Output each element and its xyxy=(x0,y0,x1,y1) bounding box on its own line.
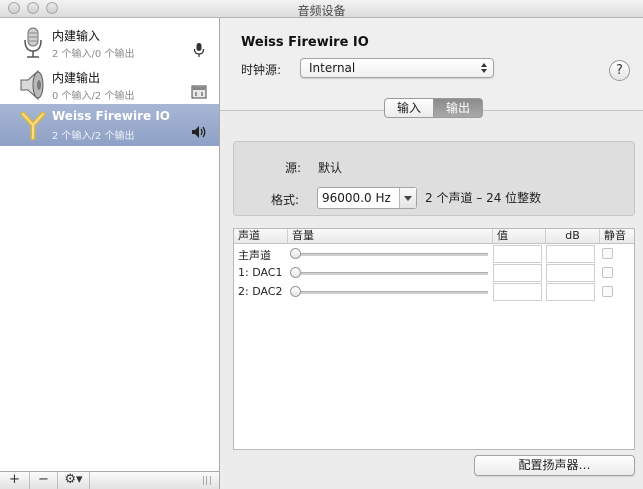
resize-handle-icon[interactable] xyxy=(203,476,211,485)
microphone-icon xyxy=(193,43,205,57)
mute-checkbox[interactable] xyxy=(602,267,613,278)
device-item-weiss-firewire[interactable]: Weiss Firewire IO 2 个输入/2 个输出 xyxy=(0,104,219,146)
tab-output[interactable]: 输出 xyxy=(433,98,483,118)
sample-rate-value: 96000.0 Hz xyxy=(322,191,391,205)
device-title: Weiss Firewire IO xyxy=(241,35,369,50)
device-item-builtin-input[interactable]: 内建输入 2 个输入/0 个输出 xyxy=(0,22,219,64)
mute-checkbox[interactable] xyxy=(602,286,613,297)
table-row: 主声道 xyxy=(234,245,634,264)
format-panel: 源: 默认 格式: 96000.0 Hz 2 个声道 – 24 位整数 xyxy=(233,141,635,216)
value-field[interactable] xyxy=(493,283,542,301)
channel-name: 1: DAC1 xyxy=(238,266,283,279)
chevron-down-icon xyxy=(399,188,416,208)
device-channels: 2 个输入/0 个输出 xyxy=(52,49,135,60)
table-header: 声道 音量 值 dB 静音 xyxy=(234,229,634,244)
finder-icon xyxy=(191,85,207,99)
column-header-db[interactable]: dB xyxy=(545,229,599,243)
device-channels: 0 个输入/2 个输出 xyxy=(52,91,135,102)
volume-slider-knob[interactable] xyxy=(290,248,301,259)
volume-slider-track[interactable] xyxy=(294,291,488,294)
volume-slider-track[interactable] xyxy=(294,253,488,256)
table-row: 2: DAC2 xyxy=(234,283,634,302)
channel-name: 2: DAC2 xyxy=(238,285,283,298)
db-field[interactable] xyxy=(546,264,595,282)
device-channels: 2 个输入/2 个输出 xyxy=(52,131,135,142)
title-bar: 音频设备 xyxy=(0,0,643,18)
clock-source-value: Internal xyxy=(309,61,356,75)
value-field[interactable] xyxy=(493,264,542,282)
format-description: 2 个声道 – 24 位整数 xyxy=(425,191,542,205)
volume-slider-knob[interactable] xyxy=(290,286,301,297)
sample-rate-select[interactable]: 96000.0 Hz xyxy=(317,187,417,209)
volume-slider-track[interactable] xyxy=(294,272,488,275)
device-item-builtin-output[interactable]: 内建输出 0 个输入/2 个输出 xyxy=(0,64,219,106)
help-button[interactable]: ? xyxy=(609,60,630,81)
device-name: 内建输出 xyxy=(52,71,101,85)
column-header-volume[interactable]: 音量 xyxy=(287,229,492,243)
table-row: 1: DAC1 xyxy=(234,264,634,283)
column-header-value[interactable]: 值 xyxy=(492,229,545,243)
window-title: 音频设备 xyxy=(297,4,346,18)
source-label: 源: xyxy=(285,161,302,175)
channel-table: 声道 音量 值 dB 静音 主声道 1: DAC1 2: DAC2 xyxy=(233,228,635,450)
sidebar-toolbar: + − ⚙▾ xyxy=(0,471,220,489)
volume-slider-knob[interactable] xyxy=(290,267,301,278)
tab-input[interactable]: 输入 xyxy=(384,98,434,118)
db-field[interactable] xyxy=(546,283,595,301)
db-field[interactable] xyxy=(546,245,595,263)
device-name: 内建输入 xyxy=(52,29,101,43)
column-header-channel[interactable]: 声道 xyxy=(234,229,287,243)
configure-speakers-button[interactable]: 配置扬声器… xyxy=(474,455,635,476)
device-list: 内建输入 2 个输入/0 个输出 内建输出 0 个输入/2 个输出 Weiss … xyxy=(0,18,220,471)
value-field[interactable] xyxy=(493,245,542,263)
speaker-volume-icon xyxy=(192,126,206,138)
clock-source-select[interactable]: Internal xyxy=(300,58,494,78)
column-header-mute[interactable]: 静音 xyxy=(599,229,634,243)
channel-name: 主声道 xyxy=(238,249,271,262)
format-label: 格式: xyxy=(271,193,300,207)
remove-device-button[interactable]: − xyxy=(30,472,58,489)
gear-menu-button[interactable]: ⚙▾ xyxy=(58,472,90,489)
io-segmented-control: 输入 输出 xyxy=(384,98,484,118)
source-value: 默认 xyxy=(318,161,343,175)
microphone-icon xyxy=(24,27,42,58)
firewire-icon xyxy=(20,111,46,141)
add-device-button[interactable]: + xyxy=(0,472,30,489)
device-name: Weiss Firewire IO xyxy=(52,109,170,123)
mute-checkbox[interactable] xyxy=(602,248,613,259)
clock-source-label: 时钟源: xyxy=(241,63,282,77)
speaker-icon xyxy=(20,69,44,101)
updown-arrows-icon xyxy=(481,63,487,73)
